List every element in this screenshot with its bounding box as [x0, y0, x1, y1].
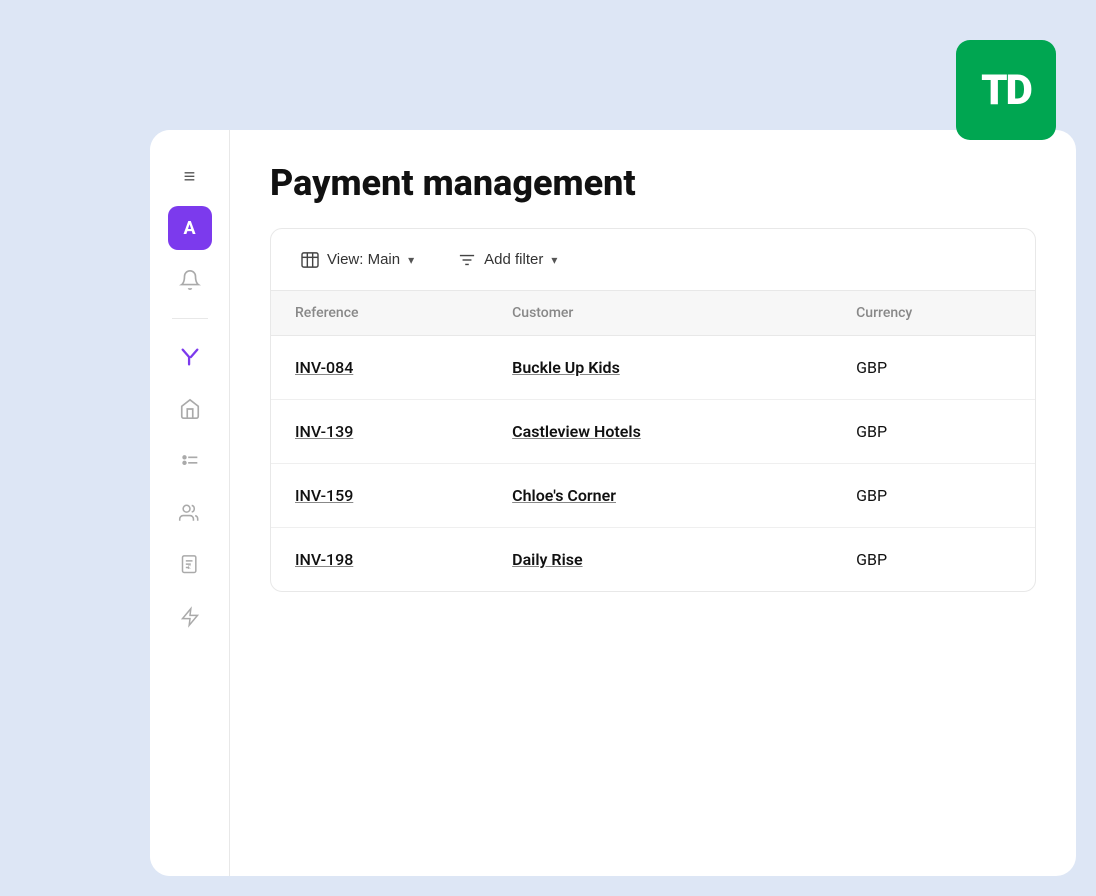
page-title: Payment management [270, 162, 1036, 204]
cell-customer: Castleview Hotels [488, 400, 832, 464]
col-customer: Customer [488, 291, 832, 336]
customer-link[interactable]: Chloe's Corner [512, 486, 616, 505]
cell-customer: Buckle Up Kids [488, 336, 832, 400]
add-filter-button[interactable]: Add filter ▾ [448, 245, 567, 274]
list-check-icon[interactable] [168, 439, 212, 483]
y-nav-icon[interactable] [168, 335, 212, 379]
data-table-container: View: Main ▾ Add filter ▾ [270, 228, 1036, 592]
divider-1 [172, 318, 208, 319]
cell-customer: Chloe's Corner [488, 464, 832, 528]
cell-reference: INV-084 [271, 336, 488, 400]
menu-icon[interactable]: ≡ [168, 154, 212, 198]
col-currency: Currency [832, 291, 1035, 336]
customer-link[interactable]: Castleview Hotels [512, 422, 641, 441]
home-icon[interactable] [168, 387, 212, 431]
reference-link[interactable]: INV-198 [295, 550, 353, 569]
view-chevron-icon: ▾ [408, 253, 414, 267]
customer-link[interactable]: Daily Rise [512, 550, 582, 569]
avatar[interactable]: A [168, 206, 212, 250]
filter-chevron-icon: ▾ [551, 253, 557, 267]
bolt-icon[interactable] [168, 595, 212, 639]
main-card: ≡ A [150, 130, 1076, 876]
cell-reference: INV-139 [271, 400, 488, 464]
table-header-row: Reference Customer Currency [271, 291, 1035, 336]
sidebar: ≡ A [150, 130, 230, 876]
table-row: INV-159 Chloe's Corner GBP [271, 464, 1035, 528]
toolbar: View: Main ▾ Add filter ▾ [271, 229, 1035, 291]
table-row: INV-084 Buckle Up Kids GBP [271, 336, 1035, 400]
view-main-button[interactable]: View: Main ▾ [291, 245, 424, 274]
users-icon[interactable] [168, 491, 212, 535]
table-row: INV-198 Daily Rise GBP [271, 528, 1035, 592]
table-icon [301, 252, 319, 268]
cell-currency: GBP [832, 336, 1035, 400]
td-logo-text: TD [981, 66, 1031, 115]
reference-link[interactable]: INV-084 [295, 358, 353, 377]
main-content: Payment management View: Main ▾ [230, 130, 1076, 876]
reference-link[interactable]: INV-139 [295, 422, 353, 441]
td-logo: TD [956, 40, 1056, 140]
cell-reference: INV-198 [271, 528, 488, 592]
table-row: INV-139 Castleview Hotels GBP [271, 400, 1035, 464]
cell-currency: GBP [832, 400, 1035, 464]
filter-icon [458, 252, 476, 268]
cell-reference: INV-159 [271, 464, 488, 528]
cell-currency: GBP [832, 464, 1035, 528]
customer-link[interactable]: Buckle Up Kids [512, 358, 620, 377]
cell-currency: GBP [832, 528, 1035, 592]
col-reference: Reference [271, 291, 488, 336]
cell-customer: Daily Rise [488, 528, 832, 592]
svg-text:£: £ [187, 565, 191, 571]
payments-table: Reference Customer Currency INV-084 Buckl… [271, 291, 1035, 591]
bell-icon[interactable] [168, 258, 212, 302]
document-icon[interactable]: £ [168, 543, 212, 587]
reference-link[interactable]: INV-159 [295, 486, 353, 505]
